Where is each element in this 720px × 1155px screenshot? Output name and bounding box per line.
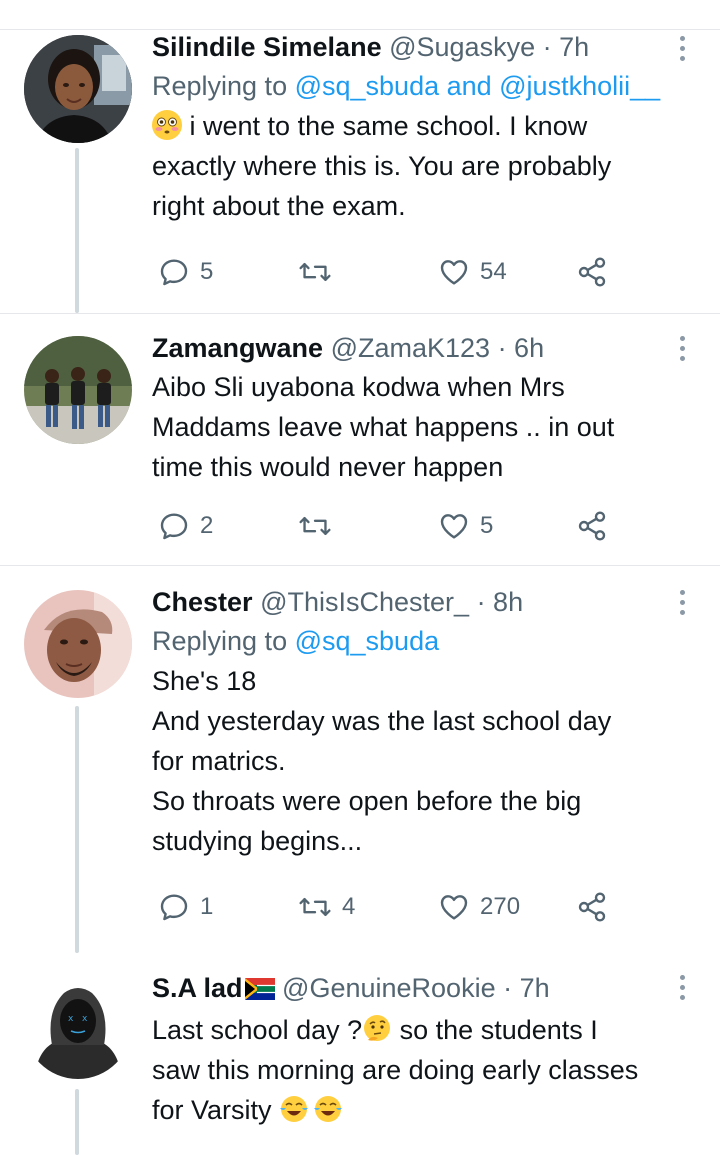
retweet-button[interactable] [298,506,332,546]
retweet-button[interactable]: 4 [298,887,355,927]
tweet-line: time this would never happen [152,452,504,482]
share-button[interactable] [576,252,608,292]
tweet-line: She's 18 [152,666,257,696]
tweet-line: for matrics. [152,746,286,776]
svg-text:x: x [68,1014,74,1024]
like-button[interactable]: 270 [438,887,520,927]
like-count: 54 [480,258,507,285]
share-button[interactable] [576,887,608,927]
retweet-icon [299,262,331,282]
tweet-header: Zamangwane @ZamaK123 · 6h [152,331,692,365]
timestamp[interactable]: · 7h [543,32,590,62]
timestamp[interactable]: · 8h [477,587,524,617]
tweet-line: So throats were open before the big [152,786,582,816]
tweet-zamangwane[interactable]: Zamangwane @ZamaK123 · 6h Aibo Sli uyabo… [0,314,720,565]
tweet-chester[interactable]: Chester @ThisIsChester_ · 8h Replying to… [0,566,720,953]
reply-button[interactable]: 5 [158,252,213,292]
share-icon [578,892,606,922]
retweet-count: 4 [342,893,356,920]
reply-icon [160,894,188,921]
tweet-line-suffix: so the students I [392,1015,598,1045]
user-handle[interactable]: @ZamaK123 [331,333,490,363]
reply-icon [160,259,188,286]
heart-icon [440,260,468,285]
tweet-text: i went to the same school. I know exactl… [152,106,692,226]
retweet-button[interactable] [298,252,332,292]
tweet-line: saw this morning are doing early classes [152,1055,639,1085]
timestamp[interactable]: · 7h [503,973,550,1003]
avatar[interactable]: x x [24,971,132,1079]
user-handle[interactable]: @GenuineRookie [282,973,496,1003]
replying-to-link[interactable]: @sq_sbuda and @justkholii__ [295,71,661,101]
thread-line [75,706,79,953]
like-button[interactable]: 5 [438,506,493,546]
thread-line [75,148,79,313]
timestamp[interactable]: · 6h [498,333,545,363]
tears-of-joy-emoji [313,1094,343,1124]
display-name[interactable]: Silindile Simelane [152,32,382,62]
tweet-line: for Varsity [152,1095,272,1125]
tweet-text: Aibo Sli uyabona kodwa when Mrs Maddams … [152,367,692,487]
thinking-face-emoji [362,1014,392,1044]
tears-of-joy-emoji [279,1094,309,1124]
share-icon [578,257,606,287]
replying-to-prefix: Replying to [152,626,295,656]
tweet-text: She's 18 And yesterday was the last scho… [152,661,692,861]
reply-icon [160,513,188,540]
display-name[interactable]: Chester [152,587,253,617]
tweet-silindile[interactable]: Silindile Simelane @Sugaskye · 7h Replyi… [0,30,720,313]
tweet-header: Chester @ThisIsChester_ · 8h [152,585,692,619]
tweet-line: Aibo Sli uyabona kodwa when Mrs [152,372,565,402]
more-vertical-icon[interactable] [680,590,686,620]
reply-count: 5 [200,258,214,285]
tweet-actions: 2 5 [152,506,672,546]
avatar[interactable] [24,590,132,698]
share-button[interactable] [576,506,608,546]
replying-to-link[interactable]: @sq_sbuda [295,626,440,656]
heart-icon [440,895,468,920]
tweet-line: Last school day ? [152,1015,363,1045]
like-button[interactable]: 54 [438,252,507,292]
replying-to: Replying to @sq_sbuda and @justkholii__ [152,68,692,104]
tweet-actions: 1 4 270 [152,887,672,927]
retweet-icon [299,516,331,536]
tweet-line: Maddams leave what happens .. in out [152,412,615,442]
reply-button[interactable]: 2 [158,506,213,546]
user-handle[interactable]: @Sugaskye [389,32,535,62]
heart-icon [440,514,468,539]
more-vertical-icon[interactable] [680,336,686,366]
more-vertical-icon[interactable] [680,36,686,66]
user-handle[interactable]: @ThisIsChester_ [260,587,469,617]
south-africa-flag-icon [244,974,275,1008]
share-icon [578,511,606,541]
tweet-line: studying begins... [152,826,363,856]
tweet-sa-lad[interactable]: x x S.A lad @GenuineRookie · 7h Last sch… [0,953,720,1155]
thread-line [75,1089,79,1155]
tweet-line: right about the exam. [152,191,406,221]
tweet-actions: 5 54 [152,252,672,292]
reply-count: 2 [200,512,214,539]
flushed-face-emoji [152,110,182,140]
more-vertical-icon[interactable] [680,975,686,1005]
reply-button[interactable]: 1 [158,887,213,927]
like-count: 5 [480,512,494,539]
tweet-line: exactly where this is. You are probably [152,151,612,181]
reply-count: 1 [200,893,214,920]
replying-to: Replying to @sq_sbuda [152,623,692,659]
avatar[interactable] [24,336,132,444]
avatar[interactable] [24,35,132,143]
retweet-icon [299,897,331,917]
tweet-line: And yesterday was the last school day [152,706,612,736]
replying-to-prefix: Replying to [152,71,295,101]
tweet-text: Last school day ? so the students I saw … [152,1010,692,1130]
tweet-header: S.A lad @GenuineRookie · 7h [152,971,692,1008]
svg-text:x: x [82,1014,88,1024]
display-name[interactable]: S.A lad [152,973,243,1003]
like-count: 270 [480,893,521,920]
display-name[interactable]: Zamangwane [152,333,323,363]
tweet-line: i went to the same school. I know [189,111,588,141]
tweet-header: Silindile Simelane @Sugaskye · 7h [152,30,692,64]
